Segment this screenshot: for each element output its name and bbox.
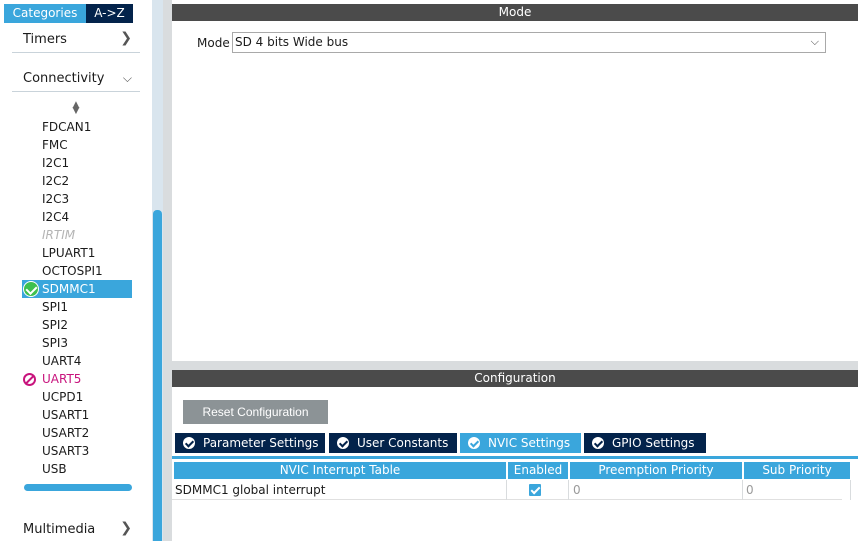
peripheral-spi3[interactable]: SPI3	[42, 335, 68, 352]
tab-user-constants[interactable]: User Constants	[329, 433, 457, 453]
peripheral-label: SDMMC1	[42, 282, 96, 296]
sub-priority-cell[interactable]: 0	[746, 480, 754, 500]
peripheral-spi2[interactable]: SPI2	[42, 317, 68, 334]
peripheral-i2c3[interactable]: I2C3	[42, 191, 69, 208]
check-circle-icon	[592, 437, 604, 449]
category-multimedia[interactable]: Multimedia ❯	[12, 517, 140, 541]
peripheral-fdcan1[interactable]: FDCAN1	[42, 119, 91, 136]
check-circle-icon	[183, 437, 195, 449]
check-circle-icon	[337, 437, 349, 449]
mode-label: Mode	[197, 36, 230, 50]
tab-label: Parameter Settings	[203, 436, 319, 450]
peripheral-irtim[interactable]: IRTIM	[42, 227, 75, 244]
mode-select-value: SD 4 bits Wide bus	[235, 35, 349, 49]
tab-label: NVIC Settings	[488, 436, 571, 450]
category-label: Timers	[23, 32, 67, 47]
tab-categories[interactable]: Categories	[4, 4, 86, 23]
sort-icon[interactable]: ▲ ▼	[71, 101, 81, 116]
nvic-table: NVIC Interrupt Table Enabled Preemption …	[172, 456, 858, 541]
sidebar-scrollbar-thumb[interactable]	[153, 210, 162, 541]
interrupt-name: SDMMC1 global interrupt	[175, 483, 326, 497]
chevron-down-icon: ⌵	[122, 71, 132, 85]
tab-label: User Constants	[357, 436, 449, 450]
column-header-enabled[interactable]: Enabled	[508, 462, 568, 479]
tab-a-to-z[interactable]: A->Z	[86, 4, 133, 23]
sidebar-tab-bar: Categories A->Z	[0, 0, 163, 25]
mode-header: Mode	[172, 4, 858, 21]
peripheral-i2c4[interactable]: I2C4	[42, 209, 69, 226]
tab-gpio-settings[interactable]: GPIO Settings	[584, 433, 706, 453]
peripheral-uart5[interactable]: UART5	[42, 371, 81, 388]
column-divider	[742, 480, 743, 500]
sidebar-scrollbar[interactable]	[152, 0, 163, 541]
reset-configuration-button[interactable]: Reset Configuration	[183, 400, 328, 424]
sidebar: Categories A->Z Timers ❯ Connectivity ⌵ …	[0, 0, 163, 541]
peripheral-usart1[interactable]: USART1	[42, 407, 89, 424]
stm32-pinout-config-window: Categories A->Z Timers ❯ Connectivity ⌵ …	[0, 0, 858, 541]
column-header-interrupt[interactable]: NVIC Interrupt Table	[174, 462, 506, 479]
horizontal-splitter[interactable]	[163, 361, 858, 370]
configuration-header: Configuration	[172, 370, 858, 387]
column-divider	[506, 480, 507, 500]
column-divider	[850, 480, 851, 500]
enabled-checkbox[interactable]	[529, 484, 541, 496]
mode-select[interactable]: SD 4 bits Wide bus ⌵	[232, 32, 826, 53]
column-divider	[568, 480, 569, 500]
check-circle-icon	[23, 281, 39, 297]
check-circle-icon	[468, 437, 480, 449]
chevron-right-icon: ❯	[120, 520, 132, 536]
peripheral-lpuart1[interactable]: LPUART1	[42, 245, 95, 262]
preemption-priority-cell[interactable]: 0	[573, 480, 581, 500]
chevron-down-icon: ⌵	[810, 35, 819, 48]
category-label: Connectivity	[23, 71, 105, 86]
peripheral-usart2[interactable]: USART2	[42, 425, 89, 442]
vertical-splitter[interactable]	[163, 0, 172, 541]
peripheral-sdmmc1[interactable]: SDMMC1	[22, 280, 132, 298]
horizontal-scrollbar[interactable]	[24, 484, 132, 491]
column-header-preemption[interactable]: Preemption Priority	[570, 462, 742, 479]
category-label: Multimedia	[23, 522, 96, 537]
peripheral-ucpd1[interactable]: UCPD1	[42, 389, 83, 406]
peripheral-fmc[interactable]: FMC	[42, 137, 68, 154]
peripheral-i2c1[interactable]: I2C1	[42, 155, 69, 172]
chevron-right-icon: ❯	[120, 30, 132, 46]
tab-parameter-settings[interactable]: Parameter Settings	[175, 433, 325, 453]
peripheral-usart3[interactable]: USART3	[42, 443, 89, 460]
main-panel: Mode Mode SD 4 bits Wide bus ⌵ Configura…	[163, 0, 858, 541]
peripheral-usb[interactable]: USB	[42, 461, 67, 478]
peripheral-spi1[interactable]: SPI1	[42, 299, 68, 316]
tab-nvic-settings[interactable]: NVIC Settings	[460, 433, 581, 453]
peripheral-uart4[interactable]: UART4	[42, 353, 81, 370]
tab-label: GPIO Settings	[612, 436, 695, 450]
peripheral-i2c2[interactable]: I2C2	[42, 173, 69, 190]
peripheral-octospi1[interactable]: OCTOSPI1	[42, 263, 103, 280]
category-connectivity[interactable]: Connectivity ⌵	[12, 66, 140, 92]
column-header-sub-priority[interactable]: Sub Priority	[744, 462, 850, 479]
category-timers[interactable]: Timers ❯	[12, 27, 140, 53]
ban-icon	[23, 373, 36, 386]
